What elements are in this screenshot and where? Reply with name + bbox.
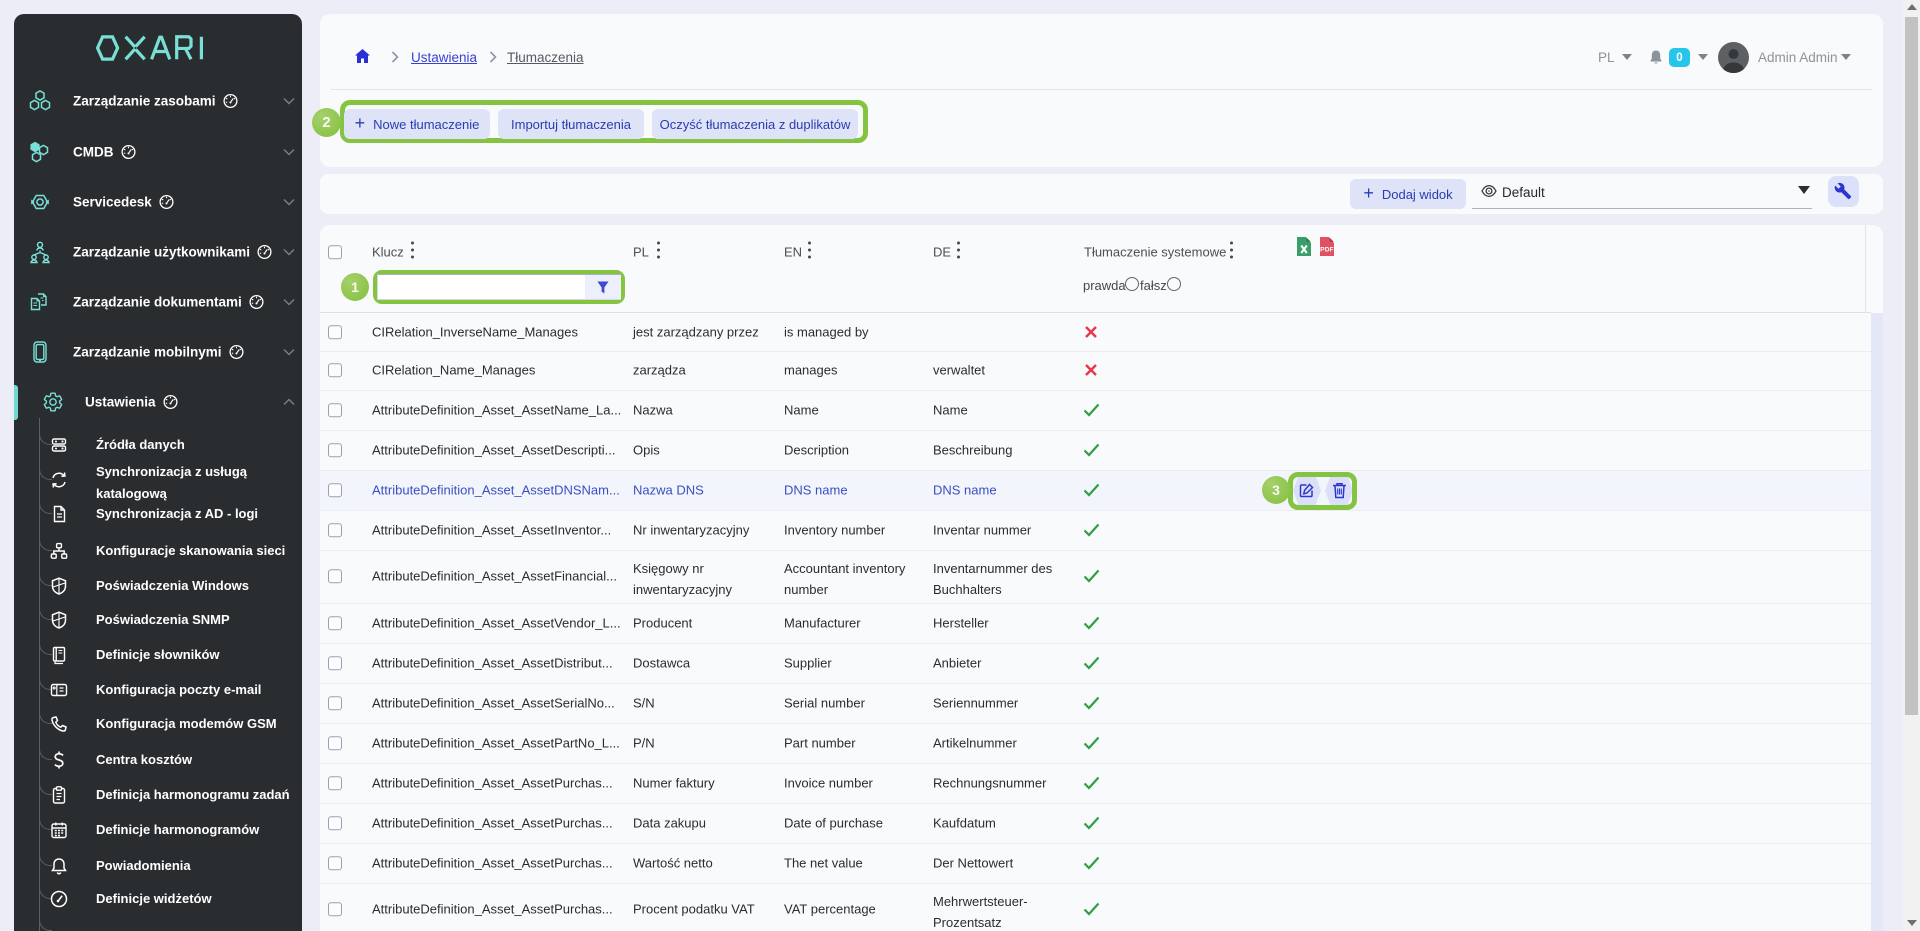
svg-text:PDF: PDF	[1320, 247, 1334, 254]
